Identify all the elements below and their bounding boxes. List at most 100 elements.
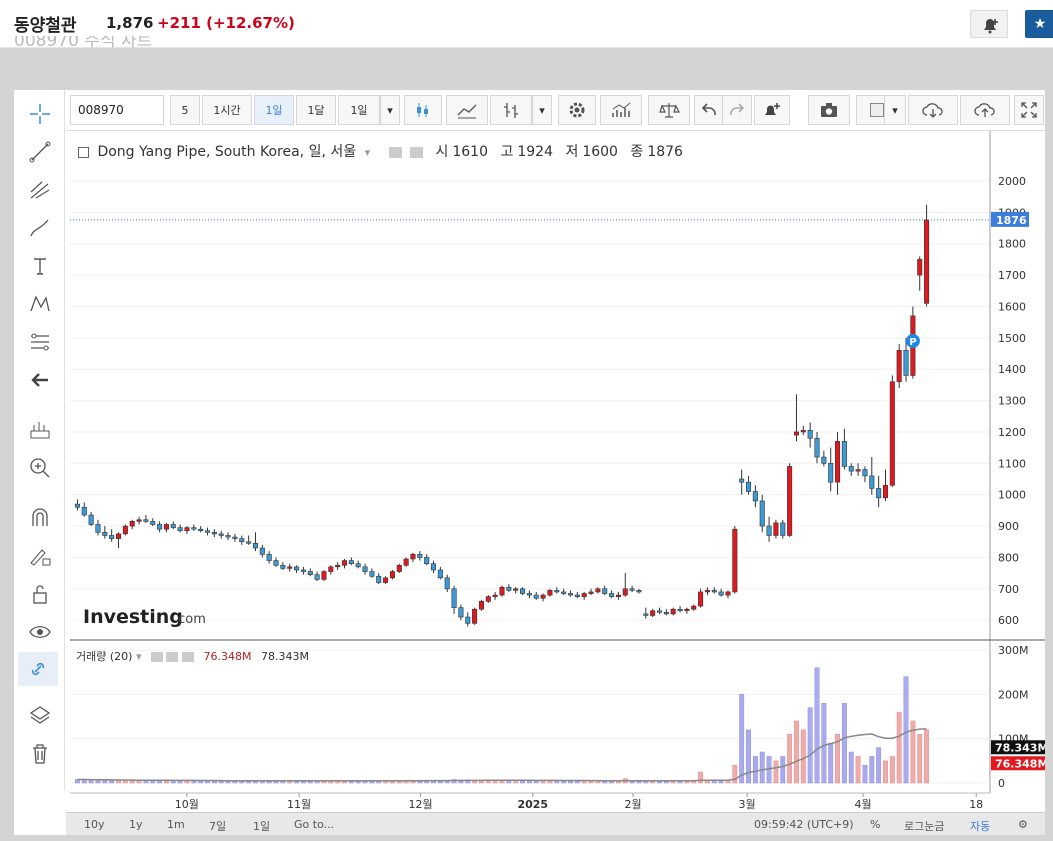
candle-body [917, 259, 923, 276]
chart-type-dropdown[interactable]: ▾ [532, 95, 552, 125]
pattern-tool[interactable] [24, 288, 56, 320]
price-chart[interactable]: 600 700 800 900 1000 1100 1200 1300 1400 1500 1600… [66, 131, 1045, 812]
candles-button[interactable] [404, 95, 442, 125]
watermark-suffix: .com [174, 612, 206, 627]
log-scale-button[interactable]: 로그눈금 [904, 818, 944, 834]
volume-bar [520, 780, 525, 784]
interval-select[interactable]: 1일 [338, 95, 380, 125]
visibility-tool[interactable] [24, 616, 56, 648]
range-10y-button[interactable]: 10y [84, 818, 105, 831]
candle-body [615, 594, 621, 597]
candle-body [109, 535, 115, 539]
volume-bar [526, 780, 532, 784]
bar-type-button[interactable] [490, 95, 532, 125]
undo-button[interactable] [694, 95, 724, 125]
text-tool[interactable] [24, 250, 56, 282]
redo-icon [730, 103, 745, 116]
candle-body [561, 591, 567, 594]
settings-button[interactable] [558, 95, 596, 125]
redo-button[interactable] [722, 95, 752, 125]
magnet-tool[interactable] [24, 502, 56, 534]
price-tick-label: 800 [998, 551, 1019, 564]
candle-body [499, 586, 505, 596]
add-alert-button[interactable] [970, 10, 1008, 38]
volume-bar [848, 751, 854, 784]
percent-scale-button[interactable]: % [870, 818, 880, 831]
auto-scale-button[interactable]: 자동 [970, 818, 990, 834]
candle-body [855, 469, 861, 472]
range-7d-button[interactable]: 7일 [209, 818, 226, 834]
candles-icon [417, 103, 428, 117]
volume-bar [855, 756, 861, 784]
compare-scale-button[interactable] [648, 95, 690, 125]
interval-dropdown-button[interactable]: ▾ [380, 95, 400, 125]
eye-icon [29, 626, 51, 638]
time-tick-label: 11월 [287, 798, 311, 811]
candle-body [389, 571, 395, 579]
candle-body [746, 481, 752, 492]
candle-body [328, 566, 334, 572]
zoom-tool[interactable] [24, 452, 56, 484]
fib-tool[interactable] [24, 326, 56, 358]
price-tick-label: 1800 [998, 238, 1026, 251]
back-tool[interactable] [24, 364, 56, 396]
candle-body [924, 219, 930, 304]
measure-tool[interactable] [24, 414, 56, 446]
settings-gear-icon[interactable]: ⚙ [1018, 818, 1028, 831]
caret-down-icon: ▾ [892, 103, 898, 117]
candle-body [581, 593, 587, 597]
layers-tool[interactable] [24, 700, 56, 732]
candle-body [732, 528, 738, 593]
candle-body [780, 522, 786, 536]
pitchfork-icon [30, 181, 50, 199]
volume-bar [821, 703, 827, 784]
price-tick-label: 1500 [998, 332, 1026, 345]
range-1y-button[interactable]: 1y [129, 818, 143, 831]
alert-button[interactable] [754, 95, 790, 125]
interval-5min-button[interactable]: 5 [170, 95, 200, 125]
price-tick-label: 1000 [998, 489, 1026, 502]
range-1m-button[interactable]: 1m [167, 818, 185, 831]
volume-bar [759, 751, 765, 784]
save-layout-button[interactable] [960, 95, 1010, 125]
candle-body [273, 560, 279, 566]
trendline-tool[interactable] [24, 136, 56, 168]
lock-drawing-tool[interactable] [24, 540, 56, 572]
delete-tool[interactable] [24, 738, 56, 770]
volume-tick-label: 200M [998, 688, 1029, 701]
fullscreen-button[interactable] [1014, 95, 1044, 125]
arrow-left-icon [31, 373, 48, 387]
brush-tool[interactable] [24, 212, 56, 244]
candle-body [348, 560, 354, 565]
stock-name: 동양철관 [14, 16, 77, 36]
pitchfork-tool[interactable] [24, 174, 56, 206]
symbol-input[interactable]: 008970 [70, 95, 164, 125]
load-layout-button[interactable] [908, 95, 958, 125]
interval-1h-button[interactable]: 1시간 [202, 95, 252, 125]
sync-tool[interactable] [18, 652, 58, 686]
candle-body [170, 524, 176, 528]
compare-button[interactable] [446, 95, 488, 125]
candle-body [848, 466, 854, 472]
ohlc-icon [504, 103, 518, 118]
candle-body [396, 564, 402, 572]
favorite-button[interactable]: ★ [1025, 10, 1053, 38]
volume-bar [773, 760, 779, 784]
candle-body [225, 535, 231, 538]
color-dropdown[interactable]: ▾ [884, 95, 906, 125]
candle-body [807, 430, 813, 439]
price-tick-label: 1700 [998, 269, 1026, 282]
lock-tool[interactable] [24, 578, 56, 610]
cloud-download-icon [922, 103, 943, 118]
crosshair-tool[interactable] [24, 98, 56, 130]
interval-1m-button[interactable]: 1달 [296, 95, 336, 125]
interval-1d-button[interactable]: 1일 [254, 95, 294, 125]
indicators-button[interactable] [600, 95, 642, 125]
range-1d-button[interactable]: 1일 [253, 818, 270, 834]
snapshot-button[interactable] [808, 95, 850, 125]
star-icon: ★ [1033, 16, 1047, 32]
candle-body [513, 588, 519, 591]
candle-body [698, 591, 704, 607]
price-change: +211 (+12.67%) [157, 14, 295, 32]
goto-button[interactable]: Go to... [294, 818, 334, 831]
